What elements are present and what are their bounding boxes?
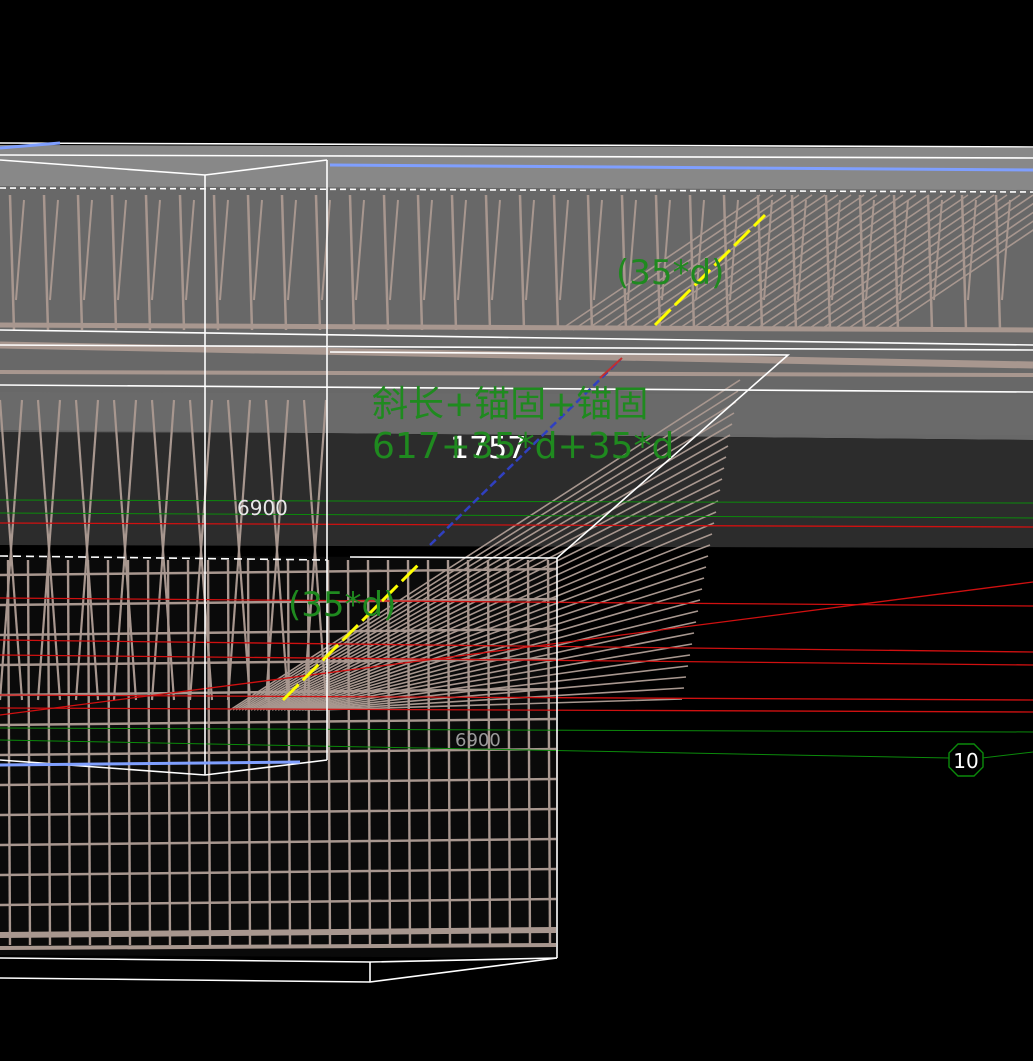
formula-line-1: 斜长+锚固+锚固 <box>372 384 648 425</box>
axis-marker[interactable]: 10 <box>948 743 984 777</box>
dimension-label-lower: 6900 <box>455 730 501 751</box>
cad-3d-viewport[interactable]: 10 6900 6900 1757 (35*d) (35*d) 斜长+锚固+锚固… <box>0 0 1033 1057</box>
formula-line-2: 617+35*d+35*d <box>372 426 674 467</box>
column-body <box>0 555 558 958</box>
dimension-label-upper: 6900 <box>237 496 288 520</box>
anchor-label-bottom: (35*d) <box>288 585 396 625</box>
anchor-label-top: (35*d) <box>616 253 724 293</box>
axis-marker-label: 10 <box>953 749 978 773</box>
